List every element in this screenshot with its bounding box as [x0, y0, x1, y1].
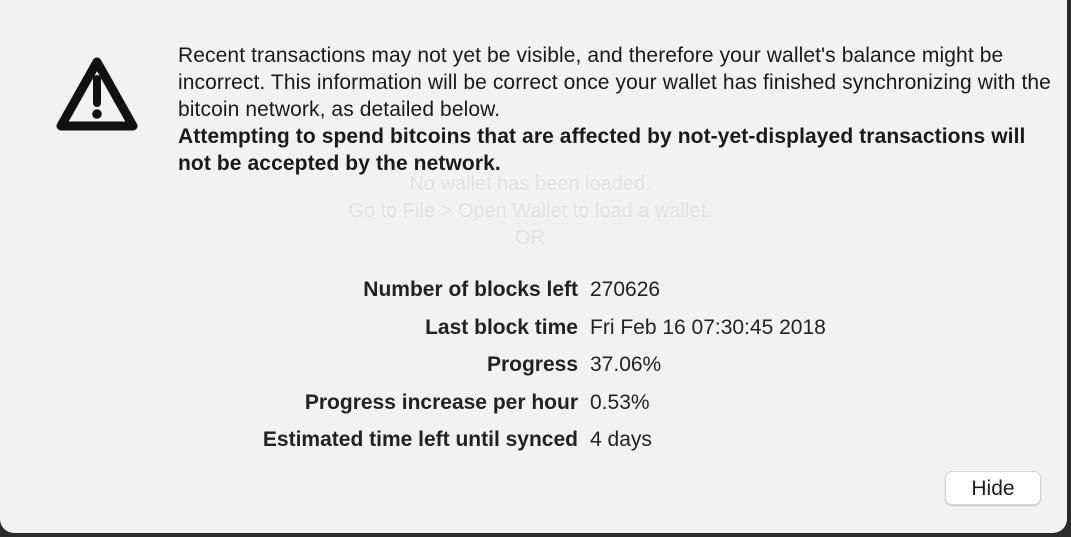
stat-label: Last block time — [425, 315, 578, 339]
stat-row-blocks-left: Number of blocks left 270626 — [0, 275, 1067, 313]
warning-message: Recent transactions may not yet be visib… — [178, 42, 1058, 177]
warning-message-bold-text: Attempting to spend bitcoins that are af… — [178, 125, 1026, 175]
stat-value: 4 days — [590, 428, 652, 451]
warning-message-text: Recent transactions may not yet be visib… — [178, 44, 1051, 121]
stat-label: Progress — [486, 353, 578, 376]
stat-value: Fri Feb 16 07:30:45 2018 — [590, 315, 826, 339]
modal-overlay: No wallet has been loaded. Go to File > … — [0, 0, 1067, 533]
stat-row-progress: Progress 37.06% — [0, 350, 1067, 388]
stat-label: Number of blocks left — [363, 278, 578, 301]
stat-value: 0.53% — [590, 390, 650, 414]
hide-button[interactable]: Hide — [945, 471, 1041, 505]
background-dialog-text-line3: OR — [515, 227, 545, 249]
stat-row-last-block-time: Last block time Fri Feb 16 07:30:45 2018 — [0, 313, 1067, 351]
sync-stats: Number of blocks left 270626 Last block … — [0, 275, 1067, 463]
stat-value: 270626 — [590, 278, 661, 301]
stat-value: 37.06% — [590, 353, 662, 376]
stat-row-time-left: Estimated time left until synced 4 days — [0, 425, 1067, 463]
stat-label: Estimated time left until synced — [262, 428, 578, 451]
stat-label: Progress increase per hour — [304, 390, 578, 414]
stat-row-progress-per-hour: Progress increase per hour 0.53% — [0, 388, 1067, 426]
warning-triangle-icon — [56, 57, 138, 131]
background-dialog-text-line2: Go to File > Open Wallet to load a walle… — [348, 200, 712, 222]
